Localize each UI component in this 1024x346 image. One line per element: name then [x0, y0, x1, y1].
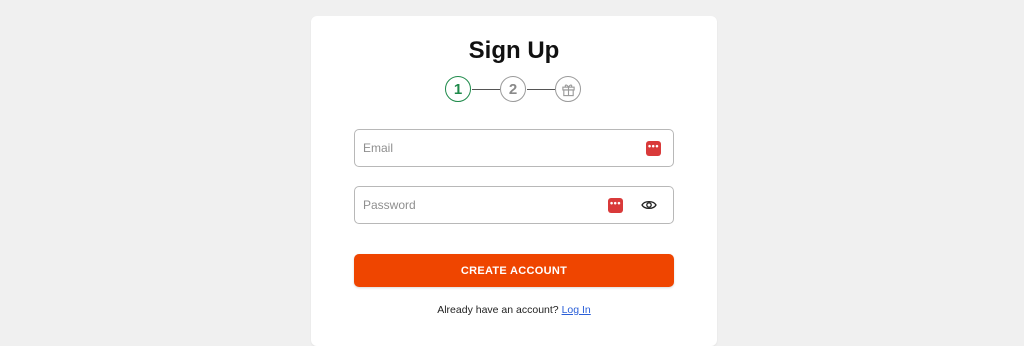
password-input[interactable] [363, 187, 603, 223]
gift-icon [561, 83, 575, 96]
login-prompt-text: Already have an account? [437, 304, 559, 316]
eye-icon[interactable] [641, 198, 657, 212]
step-1: 1 [445, 76, 471, 102]
step-3 [555, 76, 581, 102]
email-input[interactable] [363, 130, 603, 166]
login-prompt-line: Already have an account? Log In [311, 304, 717, 316]
step-connector [472, 89, 500, 90]
page-title: Sign Up [468, 37, 560, 64]
signup-card: Sign Up 1 2 ••• [311, 16, 717, 346]
step-1-label: 1 [453, 80, 463, 98]
step-indicator: 1 2 [445, 76, 583, 104]
login-link[interactable]: Log In [562, 304, 591, 316]
password-field[interactable]: ••• [354, 186, 674, 224]
password-manager-icon[interactable]: ••• [608, 198, 623, 213]
step-2-label: 2 [508, 80, 518, 98]
step-connector [527, 89, 555, 90]
step-2: 2 [500, 76, 526, 102]
password-manager-icon[interactable]: ••• [646, 141, 661, 156]
create-account-button[interactable]: CREATE ACCOUNT [354, 254, 674, 287]
email-field[interactable]: ••• [354, 129, 674, 167]
